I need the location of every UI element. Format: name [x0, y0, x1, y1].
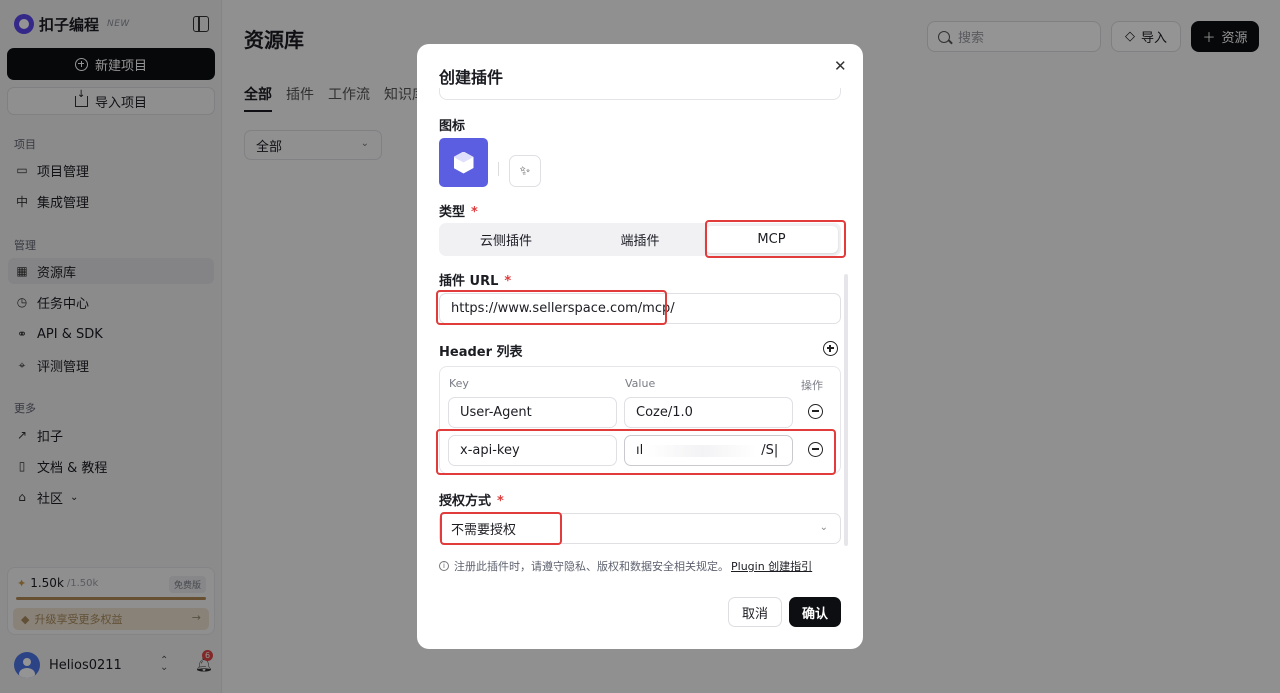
masked-value-start: ıl	[636, 443, 644, 458]
description-field[interactable]	[439, 88, 841, 100]
cube-icon	[451, 150, 477, 176]
type-label: 类型 *	[439, 201, 478, 220]
masked-secret	[647, 444, 758, 457]
cancel-button[interactable]: 取消	[728, 597, 782, 627]
url-label: 插件 URL *	[439, 270, 511, 289]
plugin-url-input[interactable]: https://www.sellerspace.com/mcp/	[439, 293, 841, 324]
header-value-input[interactable]: ıl/S|	[624, 435, 793, 466]
close-icon[interactable]: ✕	[834, 57, 847, 75]
auth-value: 不需要授权	[451, 523, 517, 538]
dialog-title: 创建插件	[439, 68, 504, 87]
column-action: 操作	[801, 379, 823, 392]
remove-header-icon[interactable]	[808, 404, 823, 419]
type-option-device[interactable]: 端插件	[573, 223, 707, 256]
confirm-button[interactable]: 确认	[789, 597, 841, 627]
required-mark: *	[497, 494, 504, 509]
auth-method-select[interactable]: 不需要授权 ⌄	[439, 513, 841, 544]
masked-value-end: /S|	[761, 443, 779, 458]
header-list-label: Header 列表	[439, 345, 523, 360]
notice-text: 注册此插件时，请遵守隐私、版权和数据安全相关规定。	[454, 560, 729, 573]
header-value-input[interactable]: Coze/1.0	[624, 397, 793, 428]
plugin-guide-link[interactable]: Plugin 创建指引	[731, 558, 812, 574]
magic-wand-icon[interactable]: ✨︎	[509, 155, 541, 187]
url-label-text: 插件 URL	[439, 274, 499, 289]
required-mark: *	[471, 205, 478, 220]
required-mark: *	[504, 274, 512, 289]
chevron-down-icon: ⌄	[819, 522, 828, 533]
divider	[498, 162, 499, 176]
header-key-input[interactable]: x-api-key	[448, 435, 617, 466]
column-key: Key	[449, 377, 469, 390]
auth-label-text: 授权方式	[439, 494, 492, 509]
plugin-type-segmented: 云侧插件 端插件 MCP	[439, 223, 841, 256]
remove-header-icon[interactable]	[808, 442, 823, 457]
type-label-text: 类型	[439, 205, 466, 220]
type-option-mcp[interactable]: MCP	[705, 226, 838, 253]
info-icon: i	[439, 561, 449, 571]
icon-label: 图标	[439, 119, 466, 134]
compliance-notice: i 注册此插件时，请遵守隐私、版权和数据安全相关规定。 Plugin 创建指引	[439, 558, 812, 574]
plugin-icon-upload[interactable]	[439, 138, 488, 187]
column-value: Value	[625, 377, 656, 390]
header-key-input[interactable]: User-Agent	[448, 397, 617, 428]
create-plugin-dialog: 创建插件 ✕ 图标 ✨︎ 类型 * 云侧插件 端插件 MCP 插件 URL * ht…	[417, 44, 863, 649]
scrollbar[interactable]	[844, 274, 848, 546]
add-header-icon[interactable]	[823, 341, 838, 356]
type-option-cloud[interactable]: 云侧插件	[439, 223, 573, 256]
auth-label: 授权方式 *	[439, 490, 504, 509]
